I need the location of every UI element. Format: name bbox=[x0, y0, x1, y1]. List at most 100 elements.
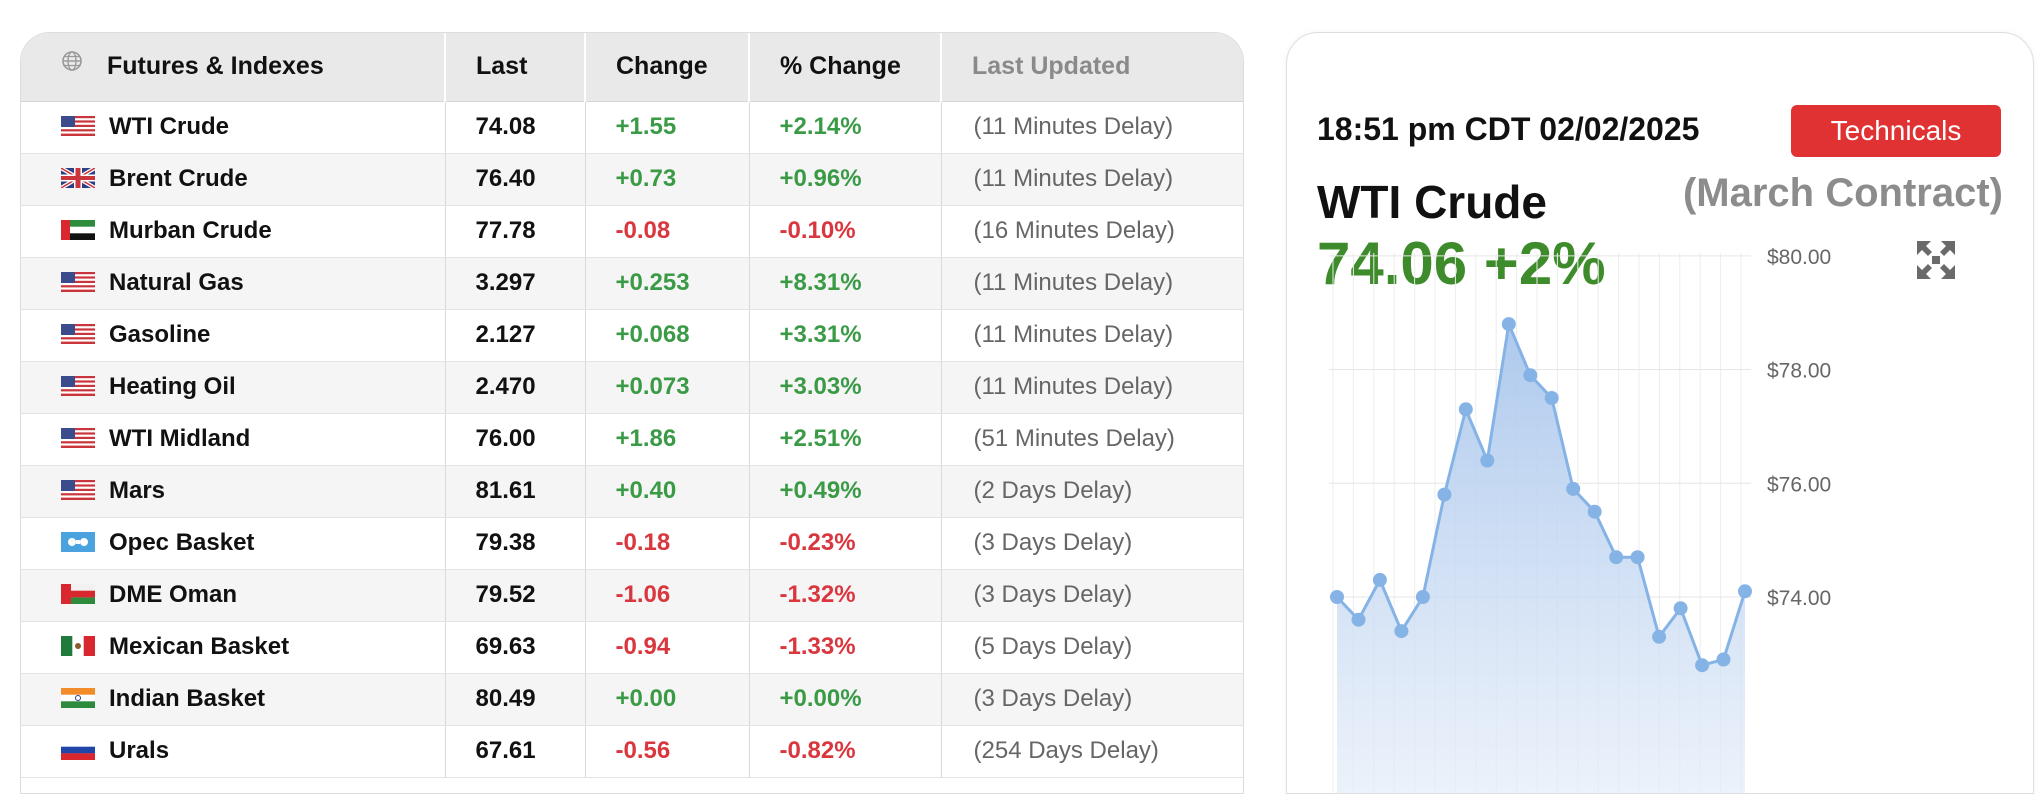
row-name-cell[interactable]: Indian Basket bbox=[21, 673, 446, 726]
row-name-cell[interactable]: Gasoline bbox=[21, 309, 446, 362]
row-name: WTI Midland bbox=[109, 425, 251, 452]
row-last-updated: (254 Days Delay) bbox=[941, 725, 1243, 778]
table-row[interactable]: Mars 81.61 +0.40 +0.49% (2 Days Delay) bbox=[21, 465, 1243, 518]
row-last: 76.40 bbox=[445, 153, 586, 206]
table-row[interactable]: Heating Oil 2.470 +0.073 +3.03% (11 Minutes … bbox=[21, 361, 1243, 414]
table-row[interactable]: Mexican Basket 69.63 -0.94 -1.33% (5 Days De… bbox=[21, 621, 1243, 674]
row-name-cell[interactable]: Urals bbox=[21, 725, 446, 778]
chart-data-point[interactable] bbox=[1394, 624, 1409, 639]
table-row[interactable]: Natural Gas 3.297 +0.253 +8.31% (11 Minutes … bbox=[21, 257, 1243, 310]
us-flag-icon bbox=[61, 115, 95, 136]
header-last[interactable]: Last bbox=[445, 33, 586, 102]
chart-data-point[interactable] bbox=[1609, 550, 1624, 565]
row-name: Natural Gas bbox=[109, 269, 244, 296]
india-flag-icon bbox=[61, 687, 95, 708]
chart-data-point[interactable] bbox=[1437, 487, 1452, 502]
row-last-updated: (5 Days Delay) bbox=[941, 621, 1243, 674]
chart-area-fill bbox=[1337, 324, 1745, 793]
row-name-cell[interactable]: Brent Crude bbox=[21, 153, 446, 206]
chart-data-point[interactable] bbox=[1566, 481, 1581, 496]
row-change: -0.18 bbox=[585, 517, 750, 570]
row-name-cell[interactable]: WTI Midland bbox=[21, 413, 446, 466]
uk-flag-icon bbox=[61, 167, 95, 188]
y-tick-label: $78.00 bbox=[1767, 360, 1831, 383]
table-row[interactable]: Indian Basket 80.49 +0.00 +0.00% (3 Days Del… bbox=[21, 673, 1243, 726]
row-name-cell[interactable]: Murban Crude bbox=[21, 205, 446, 258]
header-change[interactable]: Change bbox=[585, 33, 750, 102]
chart-data-point[interactable] bbox=[1372, 572, 1387, 587]
row-last: 67.61 bbox=[445, 725, 586, 778]
row-last: 76.00 bbox=[445, 413, 586, 466]
table-row[interactable]: Murban Crude 77.78 -0.08 -0.10% (16 Minutes … bbox=[21, 205, 1243, 258]
chart-data-point[interactable] bbox=[1652, 629, 1667, 644]
row-last-updated: (11 Minutes Delay) bbox=[941, 361, 1243, 414]
chart-data-point[interactable] bbox=[1716, 652, 1731, 667]
chart-data-point[interactable] bbox=[1673, 601, 1688, 616]
table-row[interactable]: Opec Basket 79.38 -0.18 -0.23% (3 Days Delay… bbox=[21, 517, 1243, 570]
chart-data-point[interactable] bbox=[1501, 317, 1516, 332]
globe-icon bbox=[61, 50, 83, 79]
futures-table-panel: Futures & Indexes Last Change % Change L… bbox=[20, 32, 1244, 794]
row-last: 2.470 bbox=[445, 361, 586, 414]
table-row[interactable]: Brent Crude 76.40 +0.73 +0.96% (11 Minutes D… bbox=[21, 153, 1243, 206]
row-last-updated: (16 Minutes Delay) bbox=[941, 205, 1243, 258]
chart-data-point[interactable] bbox=[1738, 584, 1752, 599]
y-tick-label: $76.00 bbox=[1767, 473, 1831, 496]
row-last-updated: (11 Minutes Delay) bbox=[941, 101, 1243, 154]
chart-data-point[interactable] bbox=[1630, 550, 1645, 565]
row-pct-change: +3.31% bbox=[749, 309, 942, 362]
row-name: Opec Basket bbox=[109, 529, 255, 556]
row-last-updated: (11 Minutes Delay) bbox=[941, 257, 1243, 310]
row-name-cell[interactable]: DME Oman bbox=[21, 569, 446, 622]
header-pct-change[interactable]: % Change bbox=[749, 33, 942, 102]
row-name-cell[interactable]: Opec Basket bbox=[21, 517, 446, 570]
row-change: +0.253 bbox=[585, 257, 750, 310]
russia-flag-icon bbox=[61, 739, 95, 760]
table-header-row: Futures & Indexes Last Change % Change L… bbox=[21, 33, 1243, 102]
row-pct-change: -1.33% bbox=[749, 621, 942, 674]
chart-data-point[interactable] bbox=[1480, 453, 1495, 468]
row-last: 79.38 bbox=[445, 517, 586, 570]
header-name[interactable]: Futures & Indexes bbox=[21, 33, 446, 102]
row-last-updated: (51 Minutes Delay) bbox=[941, 413, 1243, 466]
table-row[interactable]: Gasoline 2.127 +0.068 +3.31% (11 Minutes Del… bbox=[21, 309, 1243, 362]
chart-data-point[interactable] bbox=[1330, 590, 1344, 604]
row-name: DME Oman bbox=[109, 581, 238, 608]
row-name: Brent Crude bbox=[109, 165, 248, 192]
row-pct-change: +2.51% bbox=[749, 413, 942, 466]
table-row[interactable]: DME Oman 79.52 -1.06 -1.32% (3 Days Delay) bbox=[21, 569, 1243, 622]
row-name: Heating Oil bbox=[109, 373, 236, 400]
chart-data-point[interactable] bbox=[1523, 368, 1538, 383]
row-name-cell[interactable]: Natural Gas bbox=[21, 257, 446, 310]
row-name: Indian Basket bbox=[109, 685, 266, 712]
table-row[interactable]: WTI Crude 74.08 +1.55 +2.14% (11 Minutes Del… bbox=[21, 101, 1243, 154]
table-row[interactable]: Urals 67.61 -0.56 -0.82% (254 Days Delay) bbox=[21, 725, 1243, 778]
chart-data-point[interactable] bbox=[1415, 590, 1430, 604]
chart-data-point[interactable] bbox=[1351, 612, 1366, 627]
row-name: Murban Crude bbox=[109, 217, 272, 244]
row-last: 74.08 bbox=[445, 101, 586, 154]
row-pct-change: +8.31% bbox=[749, 257, 942, 310]
row-change: +0.073 bbox=[585, 361, 750, 414]
row-name: Mars bbox=[109, 477, 166, 504]
us-flag-icon bbox=[61, 375, 95, 396]
row-change: -0.08 bbox=[585, 205, 750, 258]
row-name-cell[interactable]: Heating Oil bbox=[21, 361, 446, 414]
header-last-updated[interactable]: Last Updated bbox=[941, 33, 1243, 102]
row-name-cell[interactable]: Mars bbox=[21, 465, 446, 518]
us-flag-icon bbox=[61, 323, 95, 344]
oman-flag-icon bbox=[61, 583, 95, 604]
table-row[interactable]: WTI Midland 76.00 +1.86 +2.51% (51 Minutes D… bbox=[21, 413, 1243, 466]
chart-data-point[interactable] bbox=[1587, 504, 1602, 519]
row-name-cell[interactable]: WTI Crude bbox=[21, 101, 446, 154]
row-last: 81.61 bbox=[445, 465, 586, 518]
chart-data-point[interactable] bbox=[1544, 391, 1559, 405]
futures-table: Futures & Indexes Last Change % Change L… bbox=[21, 33, 1243, 778]
row-change: +0.00 bbox=[585, 673, 750, 726]
row-change: +1.86 bbox=[585, 413, 750, 466]
chart-data-point[interactable] bbox=[1458, 402, 1473, 417]
chart-data-point[interactable] bbox=[1695, 658, 1710, 673]
row-change: -0.94 bbox=[585, 621, 750, 674]
uae-flag-icon bbox=[61, 219, 95, 240]
row-name-cell[interactable]: Mexican Basket bbox=[21, 621, 446, 674]
